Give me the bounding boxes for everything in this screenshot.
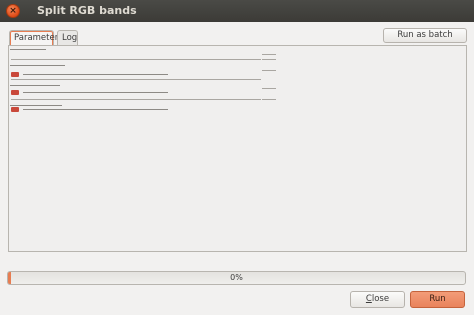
close-label: lose — [371, 294, 390, 304]
close-icon: × — [9, 5, 17, 16]
param-row-clipped — [23, 106, 168, 113]
param-row-clipped — [10, 81, 60, 88]
param-field-line — [11, 99, 261, 100]
tab-log[interactable]: Log — [57, 30, 78, 46]
param-row-clipped — [10, 46, 50, 53]
param-row-clipped — [23, 89, 168, 96]
window-close-button[interactable]: × — [6, 4, 20, 18]
progress-bar: 0% — [7, 271, 466, 285]
param-field-end — [262, 54, 276, 55]
param-field-end — [262, 70, 276, 71]
checkbox-icon[interactable] — [11, 90, 19, 95]
close-button[interactable]: Close — [350, 291, 405, 308]
param-field-line — [11, 59, 261, 60]
param-field-end — [262, 59, 276, 60]
parameters-panel — [8, 45, 467, 252]
checkbox-icon[interactable] — [11, 107, 19, 112]
param-row-clipped — [23, 71, 168, 78]
param-row-clipped — [10, 61, 70, 68]
checkbox-icon[interactable] — [11, 72, 19, 77]
param-field-line — [11, 79, 261, 80]
tab-parameters[interactable]: Parameters — [9, 30, 63, 46]
window-title: Split RGB bands — [37, 4, 137, 17]
param-field-end — [262, 88, 276, 89]
window-titlebar: × Split RGB bands — [0, 0, 474, 22]
run-button[interactable]: Run — [410, 291, 465, 308]
run-as-batch-button[interactable]: Run as batch process... — [383, 28, 467, 53]
param-field-end — [262, 99, 276, 100]
progress-text: 0% — [230, 273, 243, 282]
